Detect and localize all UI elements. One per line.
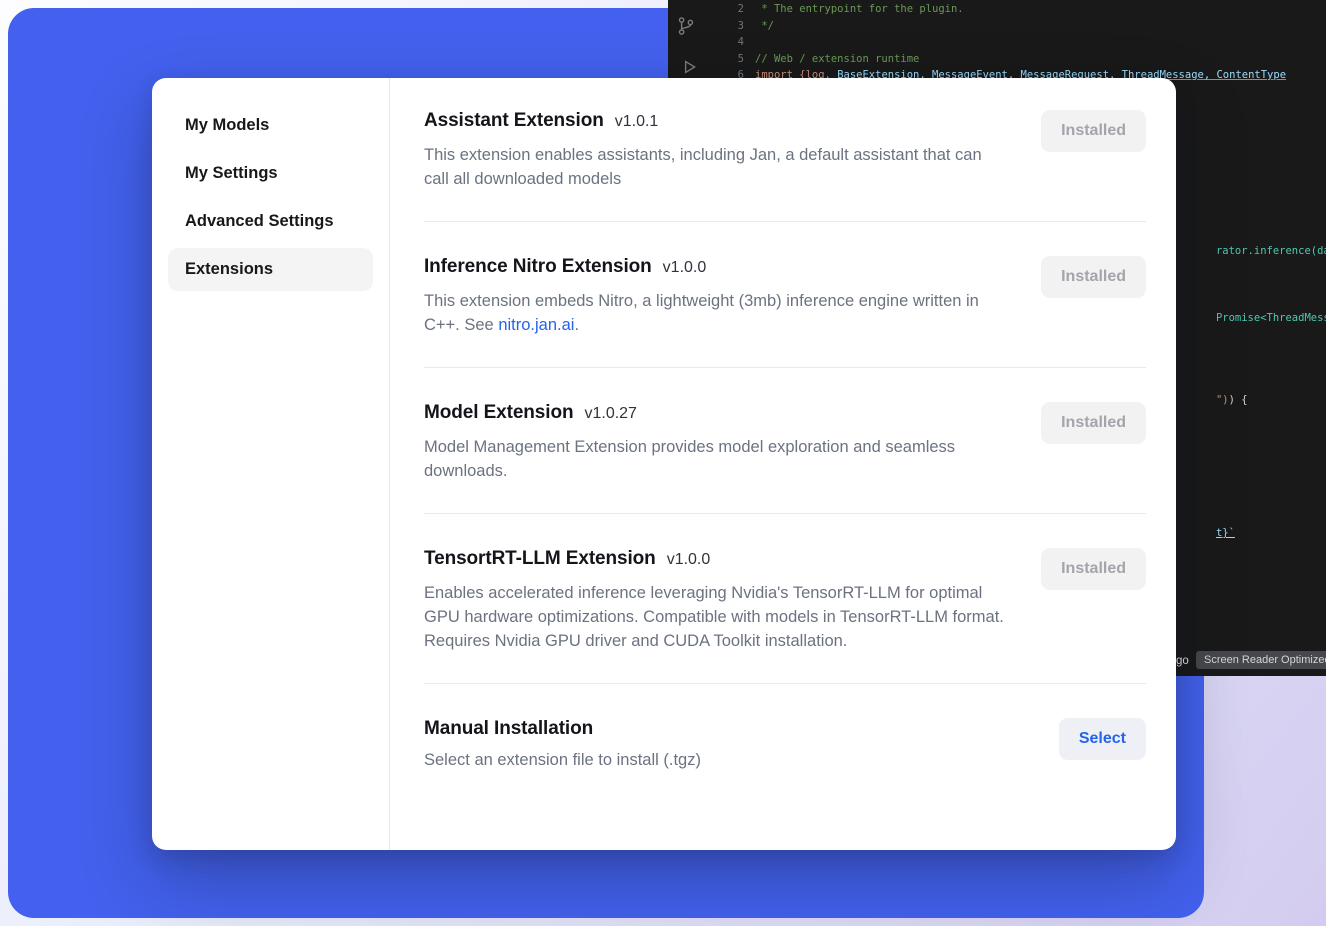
installed-button[interactable]: Installed (1041, 110, 1146, 152)
statusbar-text: go (1176, 655, 1189, 667)
page-background: 2 * The entrypoint for the plugin. 3 */ … (0, 0, 1326, 926)
line-number: 5 (726, 51, 744, 68)
extension-name: Assistant Extension (424, 110, 604, 132)
extension-row-model: Model Extension v1.0.27 Model Management… (424, 368, 1146, 514)
line-number: 3 (726, 18, 744, 35)
code-fragment: Promise<ThreadMessage> (1178, 296, 1326, 341)
code-line: 4 (668, 34, 1326, 51)
extension-row-tensorrt: TensortRT-LLM Extension v1.0.0 Enables a… (424, 514, 1146, 684)
sidebar-item-my-models[interactable]: My Models (168, 104, 373, 147)
extension-row-nitro: Inference Nitro Extension v1.0.0 This ex… (424, 222, 1146, 368)
screen-reader-optimized-chip[interactable]: Screen Reader Optimized (1196, 651, 1326, 669)
code-fragment: t}` (1178, 511, 1235, 556)
extension-name: Inference Nitro Extension (424, 256, 652, 278)
extension-version: v1.0.27 (584, 405, 636, 423)
code-line: 2 * The entrypoint for the plugin. (668, 1, 1326, 18)
installed-button[interactable]: Installed (1041, 402, 1146, 444)
sidebar-item-advanced-settings[interactable]: Advanced Settings (168, 200, 373, 243)
sidebar-item-extensions[interactable]: Extensions (168, 248, 373, 291)
nitro-jan-ai-link[interactable]: nitro.jan.ai (498, 316, 574, 334)
extensions-panel: Assistant Extension v1.0.1 This extensio… (390, 78, 1176, 850)
manual-installation-description: Select an extension file to install (.tg… (424, 748, 701, 772)
line-number: 2 (726, 1, 744, 18)
code-fragment: rator.inference(data)); (1178, 229, 1326, 274)
extension-description: This extension enables assistants, inclu… (424, 143, 1004, 191)
settings-modal: My Models My Settings Advanced Settings … (152, 78, 1176, 850)
code-line: 3 */ (668, 18, 1326, 35)
sidebar-item-my-settings[interactable]: My Settings (168, 152, 373, 195)
installed-button[interactable]: Installed (1041, 256, 1146, 298)
extension-description: This extension embeds Nitro, a lightweig… (424, 289, 1004, 337)
select-file-button[interactable]: Select (1059, 718, 1146, 760)
manual-installation-title: Manual Installation (424, 718, 593, 740)
line-number: 4 (726, 34, 744, 51)
extension-description: Model Management Extension provides mode… (424, 435, 969, 483)
extension-row-assistant: Assistant Extension v1.0.1 This extensio… (424, 78, 1146, 222)
extension-name: Model Extension (424, 402, 573, 424)
settings-sidebar: My Models My Settings Advanced Settings … (152, 78, 390, 850)
manual-installation-row: Manual Installation Select an extension … (424, 684, 1146, 772)
extension-name: TensortRT-LLM Extension (424, 548, 656, 570)
code-line: 5 // Web / extension runtime (668, 51, 1326, 68)
extension-description: Enables accelerated inference leveraging… (424, 581, 1004, 653)
extension-version: v1.0.1 (615, 113, 659, 131)
extension-version: v1.0.0 (663, 259, 707, 277)
installed-button[interactable]: Installed (1041, 548, 1146, 590)
extension-version: v1.0.0 (667, 551, 711, 569)
code-fragment: ")) { (1178, 378, 1248, 423)
